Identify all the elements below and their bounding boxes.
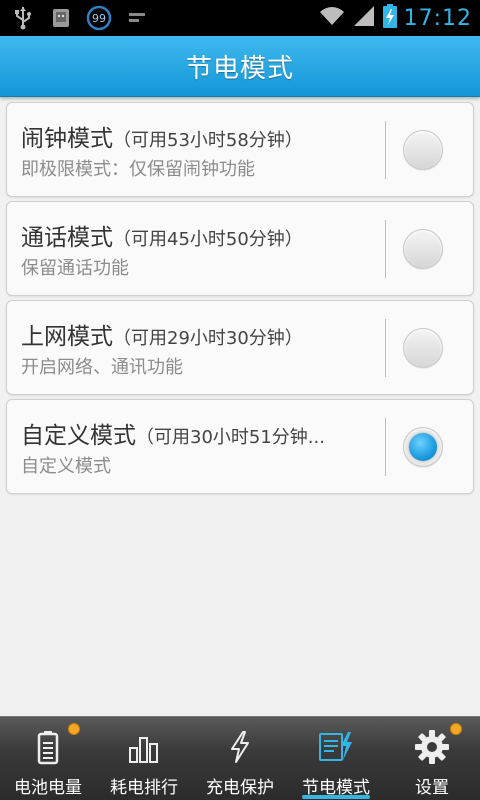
mode-name: 通话模式 — [21, 225, 113, 251]
mode-name: 自定义模式 — [21, 423, 136, 449]
status-bar: 99 17:12 — [0, 0, 480, 36]
battery-charging-icon — [382, 3, 398, 33]
mode-radio-internet[interactable] — [403, 328, 443, 368]
title-bar: 节电模式 — [0, 36, 480, 97]
mode-item-internet[interactable]: 上网模式（可用29小时30分钟） 开启网络、通讯功能 — [6, 300, 474, 395]
mode-item-call[interactable]: 通话模式（可用45小时50分钟） 保留通话功能 — [6, 201, 474, 296]
mode-title-row: 闹钟模式（可用53小时58分钟） — [21, 119, 371, 153]
tab-badge-dot — [450, 723, 462, 735]
mode-item-alarm[interactable]: 闹钟模式（可用53小时58分钟） 即极限模式：仅保留闹钟功能 — [6, 102, 474, 197]
mode-radio-call[interactable] — [403, 229, 443, 269]
bottom-tab-bar: 电池电量 耗电排行 充电保护 节电模式 设置 — [0, 716, 480, 800]
bar-chart-icon — [124, 727, 164, 767]
divider — [385, 418, 386, 476]
mode-radio-alarm[interactable] — [403, 130, 443, 170]
status-bar-left: 99 — [10, 4, 150, 32]
tab-label: 电池电量 — [14, 778, 82, 798]
mode-description: 即极限模式：仅保留闹钟功能 — [21, 159, 255, 180]
wifi-icon — [318, 5, 346, 31]
divider — [385, 220, 386, 278]
tab-label: 耗电排行 — [110, 778, 178, 798]
mode-available-time: （可用45小时50分钟） — [113, 229, 303, 250]
status-time: 17:12 — [403, 5, 472, 31]
mode-name: 闹钟模式 — [21, 126, 113, 152]
power-save-list-icon — [316, 727, 356, 767]
signal-icon — [352, 4, 376, 32]
mode-title-row: 自定义模式（可用30小时51分钟... — [21, 416, 371, 450]
mode-available-time: （可用29小时30分钟） — [113, 328, 303, 349]
notif-badge-text: 99 — [92, 12, 106, 25]
notification-99-icon: 99 — [86, 5, 112, 31]
tab-power-ranking[interactable]: 耗电排行 — [96, 717, 192, 800]
tab-power-save-mode[interactable]: 节电模式 — [288, 717, 384, 800]
divider — [385, 319, 386, 377]
mode-available-time: （可用30小时51分钟... — [136, 427, 325, 448]
small-status-icon — [124, 5, 150, 31]
android-icon — [48, 5, 74, 31]
mode-title-row: 上网模式（可用29小时30分钟） — [21, 317, 371, 351]
divider — [385, 121, 386, 179]
mode-description: 自定义模式 — [21, 456, 111, 477]
usb-icon — [10, 5, 36, 31]
mode-available-time: （可用53小时58分钟） — [113, 130, 303, 151]
mode-description: 保留通话功能 — [21, 258, 129, 279]
tab-label: 设置 — [415, 778, 449, 798]
status-bar-right: 17:12 — [318, 2, 472, 34]
mode-description: 开启网络、通讯功能 — [21, 357, 183, 378]
tab-label: 充电保护 — [206, 778, 274, 798]
active-tab-indicator — [302, 795, 370, 799]
tab-settings[interactable]: 设置 — [384, 717, 480, 800]
battery-icon — [28, 727, 68, 767]
tab-badge-dot — [68, 723, 80, 735]
tab-charge-protection[interactable]: 充电保护 — [192, 717, 288, 800]
tab-battery-level[interactable]: 电池电量 — [0, 717, 96, 800]
gear-icon — [412, 727, 452, 767]
lightning-icon — [220, 727, 260, 767]
mode-title-row: 通话模式（可用45小时50分钟） — [21, 218, 371, 252]
mode-radio-custom[interactable] — [403, 427, 443, 467]
mode-name: 上网模式 — [21, 324, 113, 350]
page-title: 节电模式 — [185, 53, 294, 84]
mode-item-custom[interactable]: 自定义模式（可用30小时51分钟... 自定义模式 — [6, 399, 474, 494]
